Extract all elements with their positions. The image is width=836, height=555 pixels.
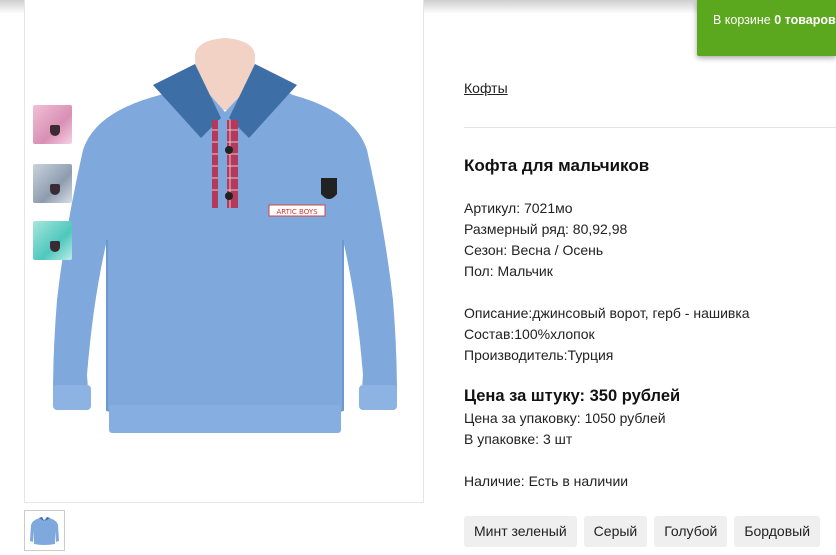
pack-quantity: В упаковке: 3 шт: [464, 431, 573, 447]
thumbnail-grey[interactable]: [33, 164, 72, 203]
product-title: Кофта для мальчиков: [464, 156, 650, 175]
emblem-patch-text: ARTIC BOYS: [276, 208, 318, 216]
availability-status: Наличие: Есть в наличии: [464, 473, 629, 489]
variant-blue-button[interactable]: Голубой: [654, 516, 728, 547]
color-variants: Минт зеленый Серый Голубой Бордовый: [464, 516, 821, 547]
thumbnail-mint[interactable]: [33, 221, 72, 260]
product-manufacturer: Производитель:Турция: [464, 347, 614, 363]
emblem-icon: [50, 125, 60, 136]
sweater-thumbnail-icon: [30, 517, 59, 545]
price-per-unit: Цена за штуку: 350 рублей: [464, 387, 681, 405]
main-product-image[interactable]: ARTIC BOYS: [24, 0, 424, 503]
divider: [464, 127, 836, 128]
variant-burgundy-button[interactable]: Бордовый: [734, 516, 821, 547]
price-per-pack: Цена за упаковку: 1050 рублей: [464, 410, 666, 426]
emblem-icon: [50, 241, 60, 252]
variant-grey-button[interactable]: Серый: [583, 516, 648, 547]
thumbnail-pink[interactable]: [33, 105, 72, 144]
product-gender: Пол: Мальчик: [464, 263, 553, 279]
cart-label: В корзине: [713, 13, 775, 27]
variant-mint-button[interactable]: Минт зеленый: [464, 516, 577, 547]
product-description: Описание:джинсовый ворот, герб - нашивка: [464, 305, 750, 321]
product-sizes: Размерный ряд: 80,92,98: [464, 221, 628, 237]
thumbnail-blue[interactable]: [24, 510, 65, 551]
cart-indicator[interactable]: В корзине 0 товаров: [697, 0, 836, 56]
category-link[interactable]: Кофты: [464, 80, 508, 96]
sweater-illustration: ARTIC BOYS: [53, 38, 397, 433]
cart-count: 0 товаров: [774, 13, 836, 27]
emblem-icon: [50, 184, 60, 195]
product-composition: Состав:100%хлопок: [464, 326, 595, 342]
product-article: Артикул: 7021мо: [464, 200, 573, 216]
product-season: Сезон: Весна / Осень: [464, 242, 604, 258]
